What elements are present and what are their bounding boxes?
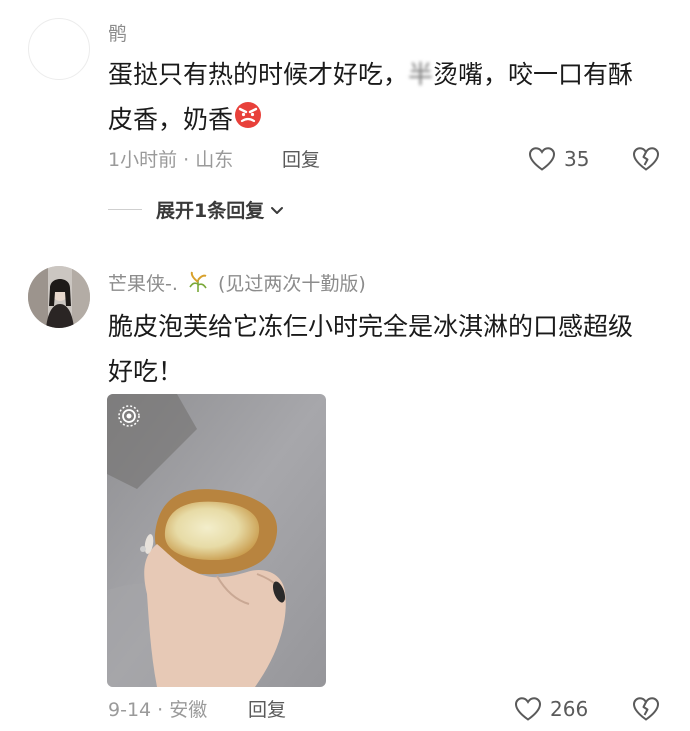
- comment-text-line2: 好吃！: [108, 357, 184, 386]
- chevron-down-icon: [270, 199, 284, 221]
- broken-heart-icon: [632, 147, 660, 176]
- dislike-button[interactable]: [632, 696, 660, 726]
- comment-text-line1b: 烫嘴，咬一口有酥: [433, 60, 634, 89]
- comment-text: 蛋挞只有热的时候才好吃，半烫嘴，咬一口有酥 皮香，奶香: [108, 52, 668, 144]
- comment-username[interactable]: 鹘: [108, 22, 127, 46]
- like-button[interactable]: 266: [514, 696, 588, 722]
- broken-heart-icon: [632, 697, 660, 726]
- reply-button[interactable]: 回复: [282, 148, 320, 172]
- cream-puff-photo: [107, 394, 326, 687]
- dislike-button[interactable]: [632, 146, 660, 176]
- comment-text-line1: 脆皮泡芙给它冻仨小时完全是冰淇淋的口感超级: [108, 312, 634, 341]
- like-count: 35: [564, 147, 590, 171]
- comment-text: 脆皮泡芙给它冻仨小时完全是冰淇淋的口感超级 好吃！: [108, 304, 683, 394]
- live-photo-icon: [117, 404, 141, 432]
- heart-icon: [514, 696, 542, 722]
- rice-plant-icon: [187, 270, 209, 300]
- avatar[interactable]: [28, 266, 90, 328]
- username-suffix: (见过两次十勤版): [218, 273, 366, 295]
- heart-icon: [528, 146, 556, 172]
- comment-1: 鹘 蛋挞只有热的时候才好吃，半烫嘴，咬一口有酥 皮香，奶香 1小时前 · 山东 …: [0, 0, 690, 240]
- comment-photo[interactable]: [107, 394, 326, 687]
- comment-2: 芒果侠-. (见过两次十勤版) 脆皮泡芙给它冻仨小时完全是冰淇淋的口感超级 好吃…: [0, 240, 690, 731]
- expand-replies-label: 展开1条回复: [156, 200, 265, 222]
- reply-button[interactable]: 回复: [248, 698, 286, 722]
- blurred-text: 半: [408, 60, 434, 89]
- divider-line: [108, 209, 142, 210]
- expand-replies-button[interactable]: 展开1条回复: [108, 196, 284, 223]
- comment-text-line1: 蛋挞只有热的时候才好吃，: [108, 60, 409, 89]
- comment-meta: 9-14 · 安徽: [108, 699, 208, 721]
- comment-username[interactable]: 芒果侠-.: [108, 273, 178, 295]
- avatar-image: [28, 266, 90, 328]
- angry-face-emoji: [233, 99, 263, 144]
- like-button[interactable]: 35: [528, 146, 589, 172]
- like-count: 266: [550, 697, 589, 721]
- comment-text-line2: 皮香，奶香: [108, 105, 234, 134]
- comment-username-row: 芒果侠-. (见过两次十勤版): [108, 270, 366, 300]
- comment-meta: 1小时前 · 山东: [108, 149, 234, 171]
- avatar[interactable]: [28, 18, 90, 80]
